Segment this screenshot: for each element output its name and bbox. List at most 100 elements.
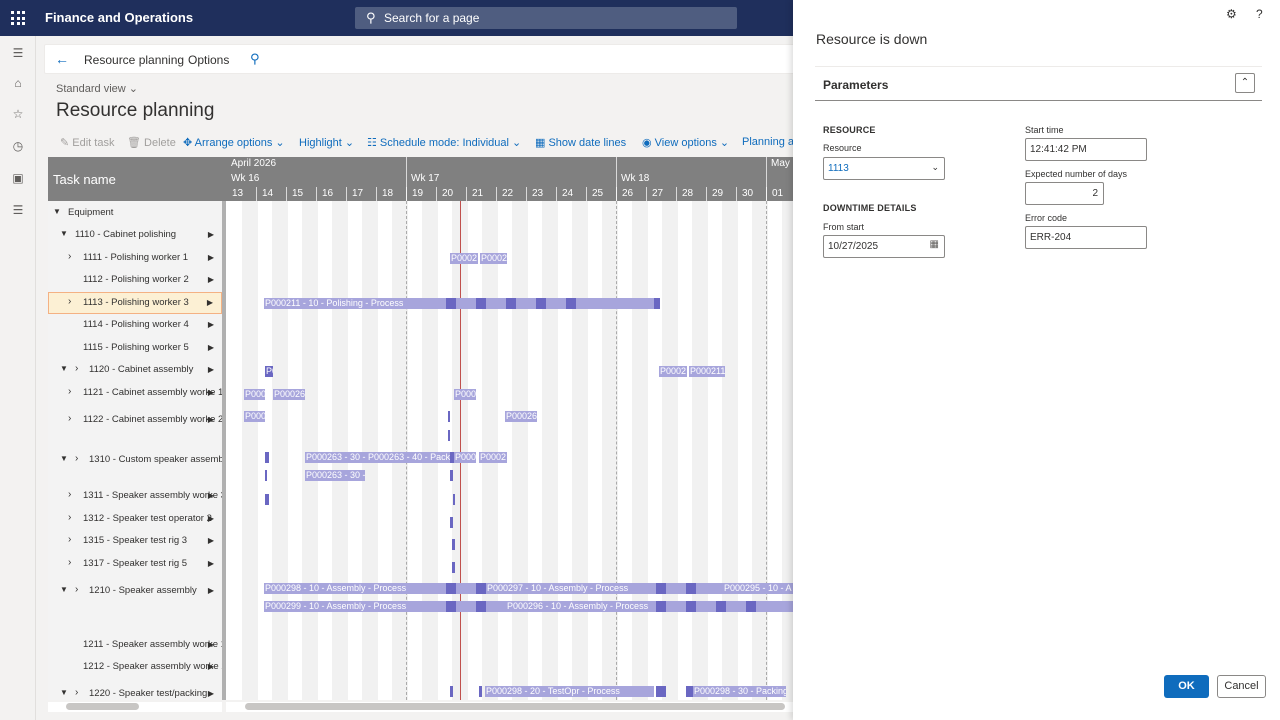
expand-right-icon[interactable]: ▶ xyxy=(208,586,214,595)
expand-icon[interactable]: › xyxy=(68,534,71,545)
tree-row[interactable]: › 1311 - Speaker assembly worke 3 ▶ xyxy=(48,489,222,503)
expand-right-icon[interactable]: ▶ xyxy=(208,514,214,523)
tree-row-selected[interactable]: › 1113 - Polishing worker 3 ▶ xyxy=(48,292,222,314)
tree-row[interactable]: ▼ › 1120 - Cabinet assembly ▶ xyxy=(48,363,222,377)
expand-right-icon[interactable]: ▶ xyxy=(208,689,214,698)
tree-row[interactable]: ▼ › 1310 - Custom speaker assembly xyxy=(48,453,222,467)
task-bar[interactable]: P00026 xyxy=(273,389,305,400)
task-bar[interactable]: P000295 - 10 - A xyxy=(723,583,793,594)
expand-right-icon[interactable]: ▶ xyxy=(208,230,214,239)
find-icon[interactable]: ⚲ xyxy=(250,51,260,67)
edit-task-button[interactable]: ✎ Edit task xyxy=(60,136,114,149)
task-bar[interactable]: P0 xyxy=(265,366,273,377)
settings-icon[interactable]: ⚙ xyxy=(1226,7,1237,21)
expand-right-icon[interactable]: ▶ xyxy=(208,343,214,352)
tree-row[interactable]: ▼ Equipment xyxy=(48,206,222,220)
expand-right-icon[interactable]: ▶ xyxy=(208,491,214,500)
tree-row[interactable]: ▼ 1110 - Cabinet polishing ▶ xyxy=(48,228,222,242)
expand-right-icon[interactable]: ▶ xyxy=(208,559,214,568)
calendar-icon[interactable]: ▦ xyxy=(930,239,939,250)
expand-right-icon[interactable]: ▶ xyxy=(208,365,214,374)
schedule-mode-button[interactable]: ☷ Schedule mode: Individual ⌄ xyxy=(367,136,521,149)
expand-right-icon[interactable]: ▶ xyxy=(208,640,214,649)
task-bar[interactable]: P000 xyxy=(244,389,265,400)
expand-icon[interactable]: › xyxy=(68,413,71,424)
collapse-icon[interactable]: ▼ xyxy=(53,207,61,216)
expand-icon[interactable]: › xyxy=(75,363,78,374)
arrange-options-button[interactable]: ✥ Arrange options ⌄ xyxy=(183,136,285,149)
expand-icon[interactable]: › xyxy=(68,296,71,307)
expand-right-icon[interactable]: ▶ xyxy=(208,253,214,262)
parameters-section[interactable]: Parameters ⌃ xyxy=(815,66,1262,101)
expand-icon[interactable]: › xyxy=(75,453,78,464)
expand-icon[interactable]: › xyxy=(75,584,78,595)
task-bar[interactable]: P000298 - 20 - TestOpr - Process xyxy=(485,686,654,697)
tree-row[interactable]: › 1317 - Speaker test rig 5 ▶ xyxy=(48,557,222,571)
collapse-icon[interactable]: ▼ xyxy=(60,688,68,697)
view-selector[interactable]: Standard view ⌄ xyxy=(56,82,138,95)
task-bar[interactable]: P000211 - 10 - Polishing - Process xyxy=(264,298,660,309)
from-start-field[interactable]: 10/27/2025 ▦ xyxy=(823,235,945,258)
back-arrow-icon[interactable]: ← xyxy=(55,51,69,67)
task-bar[interactable]: P000 xyxy=(454,389,476,400)
ok-button[interactable]: OK xyxy=(1164,675,1209,698)
tree-row[interactable]: › 1121 - Cabinet assembly worke 1 ▶ xyxy=(48,386,222,400)
clock-icon[interactable]: ◷ xyxy=(11,139,25,153)
tree-row[interactable]: 1114 - Polishing worker 4 ▶ xyxy=(48,318,222,332)
task-bar[interactable]: P0002 xyxy=(450,253,478,264)
task-bar[interactable]: P000297 - 10 - Assembly - Process xyxy=(486,583,654,594)
task-bar[interactable]: P000 xyxy=(244,411,265,422)
expand-icon[interactable]: › xyxy=(68,489,71,500)
expand-icon[interactable]: › xyxy=(68,386,71,397)
expand-icon[interactable]: › xyxy=(75,687,78,698)
expand-right-icon[interactable]: ▶ xyxy=(208,662,214,671)
planning-button[interactable]: Planning a xyxy=(742,136,794,148)
breadcrumb-options[interactable]: Options xyxy=(188,53,229,67)
app-title[interactable]: Finance and Operations xyxy=(45,10,193,25)
task-bar[interactable]: P0002 xyxy=(479,452,507,463)
tree-row[interactable]: ▼ › 1210 - Speaker assembly ▶ xyxy=(48,584,222,598)
chevron-down-icon[interactable]: ⌄ xyxy=(931,162,939,173)
expand-right-icon[interactable]: ▶ xyxy=(208,275,214,284)
task-name-header[interactable]: Task name xyxy=(48,157,222,201)
expand-icon[interactable]: › xyxy=(68,512,71,523)
search-input[interactable]: ⚲ Search for a page xyxy=(355,7,737,29)
task-bar[interactable]: P000263 - 30 - xyxy=(305,470,365,481)
tree-row[interactable]: ▼ › 1220 - Speaker test/packing ▶ xyxy=(48,687,222,700)
collapse-icon[interactable]: ▼ xyxy=(60,454,68,463)
expand-icon[interactable]: › xyxy=(68,557,71,568)
task-bar[interactable]: P000263 - 30 - P000263 - 40 - Packi xyxy=(305,452,450,463)
task-bar[interactable]: P000296 - 10 - Assembly - Process xyxy=(506,601,654,612)
home-icon[interactable]: ⌂ xyxy=(11,76,25,90)
highlight-button[interactable]: Highlight ⌄ xyxy=(299,136,354,149)
expand-right-icon[interactable]: ▶ xyxy=(208,536,214,545)
tree-row[interactable]: 1211 - Speaker assembly worke 1 ▶ xyxy=(48,638,222,652)
collapse-icon[interactable]: ▼ xyxy=(60,364,68,373)
app-launcher-icon[interactable] xyxy=(11,11,25,25)
expand-right-icon[interactable]: ▶ xyxy=(208,320,214,329)
expand-right-icon[interactable]: ▶ xyxy=(207,298,213,307)
cancel-button[interactable]: Cancel xyxy=(1217,675,1266,698)
show-date-lines-button[interactable]: ▦ Show date lines xyxy=(535,136,626,149)
expected-days-field[interactable]: 2 xyxy=(1025,182,1104,205)
tree-row[interactable]: 1112 - Polishing worker 2 ▶ xyxy=(48,273,222,287)
task-bar[interactable]: P00026 xyxy=(505,411,537,422)
hamburger-icon[interactable]: ☰ xyxy=(11,46,25,60)
scrollbar-thumb[interactable] xyxy=(245,703,785,710)
tree-row[interactable]: 1212 - Speaker assembly worke 2 ▶ xyxy=(48,660,222,674)
breadcrumb-resource-planning[interactable]: Resource planning xyxy=(84,53,184,67)
task-bar[interactable]: P0002 xyxy=(480,253,507,264)
tree-row[interactable]: › 1111 - Polishing worker 1 ▶ xyxy=(48,251,222,265)
tree-row[interactable]: › 1315 - Speaker test rig 3 ▶ xyxy=(48,534,222,548)
collapse-icon[interactable]: ▼ xyxy=(60,585,68,594)
tree-row[interactable]: 1115 - Polishing worker 5 ▶ xyxy=(48,341,222,355)
view-options-button[interactable]: ◉ View options ⌄ xyxy=(642,136,729,149)
expand-right-icon[interactable]: ▶ xyxy=(208,388,214,397)
star-icon[interactable]: ☆ xyxy=(11,107,25,121)
task-bar[interactable]: P000 xyxy=(454,452,476,463)
workspace-icon[interactable]: ▣ xyxy=(11,171,25,185)
scrollbar-thumb[interactable] xyxy=(66,703,139,710)
resource-field[interactable]: 1113 ⌄ xyxy=(823,157,945,180)
list-icon[interactable]: ☰ xyxy=(11,203,25,217)
task-bar[interactable]: P000211 xyxy=(689,366,725,377)
